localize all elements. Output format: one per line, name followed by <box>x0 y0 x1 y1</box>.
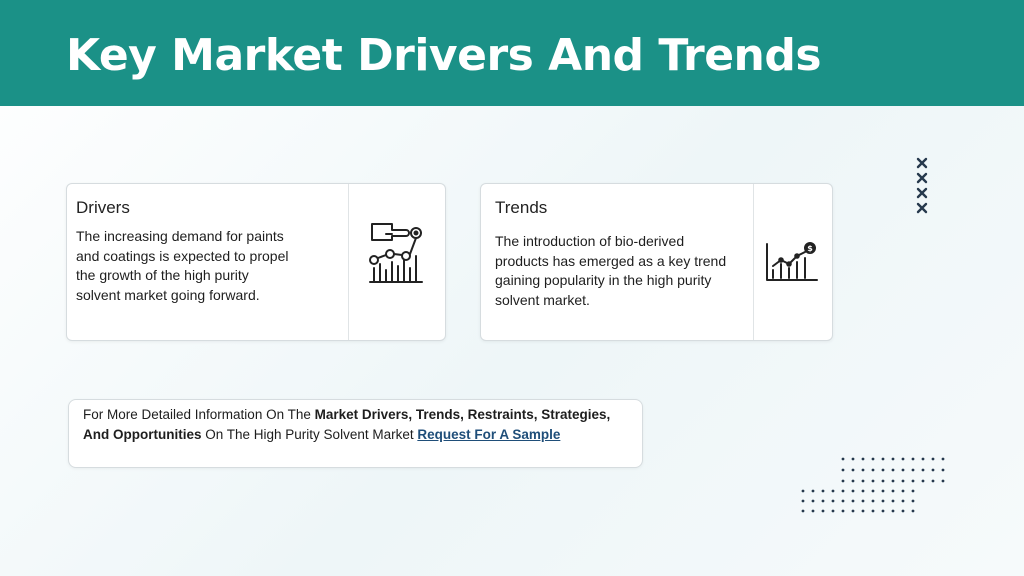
svg-text:$: $ <box>807 244 813 253</box>
header-bar: Key Market Drivers And Trends <box>0 0 1024 106</box>
info-prefix: For More Detailed Information On The <box>83 407 315 422</box>
page-title: Key Market Drivers And Trends <box>66 30 822 81</box>
info-middle: On The High Purity Solvent Market <box>201 427 418 442</box>
dot-grid-decoration-2 <box>800 488 920 521</box>
trends-text: The introduction of bio-derived products… <box>495 233 727 308</box>
trends-card: Trends The introduction of bio-derived p… <box>480 183 833 341</box>
growth-chart-dollar-icon: $ <box>765 242 819 287</box>
more-info-box: For More Detailed Information On The Mar… <box>68 399 643 468</box>
request-sample-link[interactable]: Request For A Sample <box>417 427 560 442</box>
drivers-title: Drivers <box>76 198 130 217</box>
drivers-card: Drivers The increasing demand for paints… <box>66 183 446 341</box>
factory-growth-icon <box>366 220 426 289</box>
card-divider <box>753 184 754 340</box>
drivers-text: The increasing demand for paints and coa… <box>76 228 289 303</box>
trends-title: Trends <box>495 198 548 217</box>
x-pattern-decoration <box>914 156 930 223</box>
card-divider <box>348 184 349 340</box>
